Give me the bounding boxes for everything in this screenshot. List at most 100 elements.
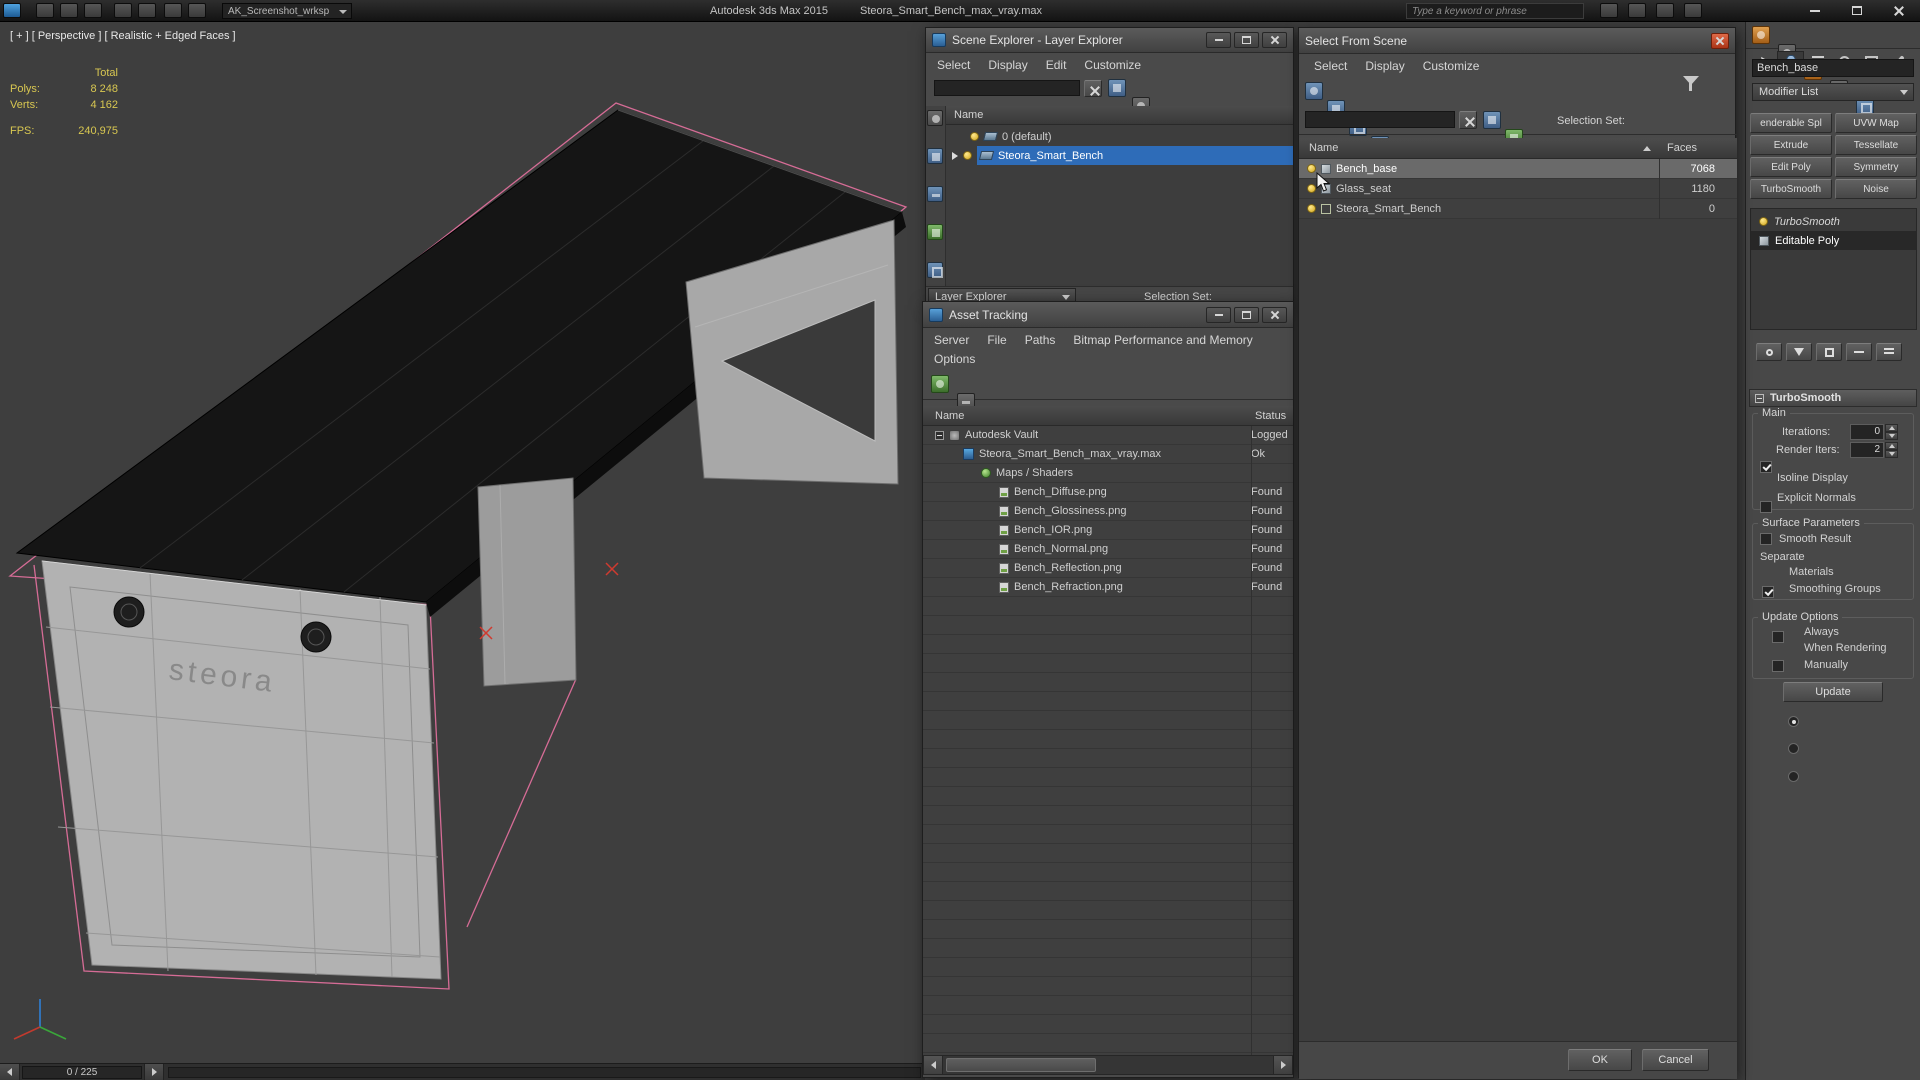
modifier-button-extrude[interactable]: Extrude (1750, 135, 1832, 155)
remove-modifier-button[interactable] (1846, 343, 1872, 361)
display-shapes-icon[interactable] (927, 186, 943, 202)
layer-list-header[interactable]: Name (946, 106, 1293, 125)
asset-table[interactable]: Autodesk Vault Logged Steora_Smart_Bench… (923, 426, 1293, 1055)
window-maximize-button[interactable] (1840, 2, 1874, 19)
cancel-button[interactable]: Cancel (1642, 1049, 1709, 1071)
modifier-button-noise[interactable]: Noise (1835, 179, 1917, 199)
open-file-icon[interactable] (60, 3, 78, 18)
redo-icon[interactable] (138, 3, 156, 18)
menu-paths[interactable]: Paths (1016, 330, 1065, 350)
render-setup-icon[interactable] (1752, 26, 1770, 44)
asset-row[interactable]: Bench_Refraction.png Found (923, 578, 1293, 597)
menu-select[interactable]: Select (928, 55, 979, 75)
iterations-spin-up[interactable] (1885, 424, 1898, 432)
new-file-icon[interactable] (36, 3, 54, 18)
render-iters-spin-down[interactable] (1885, 450, 1898, 458)
modifier-list-dropdown[interactable]: Modifier List (1752, 83, 1914, 101)
timeline-prev-button[interactable] (0, 1064, 20, 1080)
asset-row[interactable]: Bench_IOR.png Found (923, 521, 1293, 540)
update-button[interactable]: Update (1783, 682, 1883, 702)
modifier-button-turbosmooth[interactable]: TurboSmooth (1750, 179, 1832, 199)
asset-table-header[interactable]: Name Status (923, 406, 1293, 426)
workspace-selector[interactable]: AK_Screenshot_wrksp (222, 3, 352, 19)
timeline-frame-field[interactable]: 0 / 225 (22, 1065, 142, 1079)
communication-center-icon[interactable] (1628, 3, 1646, 18)
asset-tracking-maximize-button[interactable] (1234, 306, 1259, 323)
menu-options[interactable]: Options (925, 349, 984, 369)
scroll-left-button[interactable] (924, 1056, 943, 1074)
update-when-rendering-radio[interactable] (1788, 743, 1799, 754)
modifier-button-edit-poly[interactable]: Edit Poly (1750, 157, 1832, 177)
display-geometry-icon[interactable] (927, 148, 943, 164)
asset-row[interactable]: Bench_Glossiness.png Found (923, 502, 1293, 521)
turbosmooth-rollout-header[interactable]: TurboSmooth (1749, 389, 1917, 407)
menu-server[interactable]: Server (925, 330, 978, 350)
layer-row-default[interactable]: 0 (default) (946, 127, 1293, 146)
make-unique-button[interactable] (1816, 343, 1842, 361)
iterations-value[interactable]: 0 (1850, 424, 1884, 440)
display-all-icon[interactable] (927, 110, 943, 126)
modifier-button-uvw-map[interactable]: UVW Map (1835, 113, 1917, 133)
refresh-status-icon[interactable] (931, 375, 949, 393)
scene-explorer-titlebar[interactable]: Scene Explorer - Layer Explorer (926, 28, 1293, 53)
scene-explorer-close-button[interactable] (1262, 32, 1287, 48)
menu-customize[interactable]: Customize (1414, 56, 1489, 76)
viewport-label[interactable]: [ + ] [ Perspective ] [ Realistic + Edge… (10, 30, 236, 42)
asset-tracking-close-button[interactable] (1262, 306, 1287, 323)
layer-tree[interactable]: 0 (default) Steora_Smart_Bench (946, 125, 1293, 286)
show-end-result-button[interactable] (1786, 343, 1812, 361)
object-row-glass-seat[interactable]: Glass_seat 1180 (1299, 179, 1737, 199)
object-visibility-icon[interactable] (1307, 164, 1316, 173)
undo-icon[interactable] (114, 3, 132, 18)
collapse-node-icon[interactable] (935, 430, 944, 440)
infocenter-search-input[interactable] (1406, 3, 1584, 19)
menu-display[interactable]: Display (979, 55, 1036, 75)
layer-visibility-icon[interactable] (970, 132, 979, 141)
asset-row[interactable]: Steora_Smart_Bench_max_vray.max Ok (923, 445, 1293, 464)
clear-search-button[interactable] (1084, 80, 1102, 97)
select-from-scene-titlebar[interactable]: Select From Scene (1299, 28, 1735, 54)
expand-layer-icon[interactable] (952, 151, 958, 160)
window-minimize-button[interactable] (1798, 2, 1832, 19)
isoline-display-checkbox[interactable] (1760, 501, 1772, 513)
scroll-right-button[interactable] (1273, 1056, 1292, 1074)
render-iters-checkbox[interactable] (1760, 461, 1772, 473)
render-iters-spin-up[interactable] (1885, 442, 1898, 450)
ok-button[interactable]: OK (1568, 1049, 1632, 1071)
scene-explorer-minimize-button[interactable] (1206, 32, 1231, 48)
asset-tracking-minimize-button[interactable] (1206, 306, 1231, 323)
modifier-button-renderable-spline[interactable]: enderable Spl (1750, 113, 1832, 133)
object-visibility-icon[interactable] (1307, 204, 1316, 213)
select-children-icon[interactable] (1483, 111, 1501, 129)
asset-row[interactable]: Autodesk Vault Logged (923, 426, 1293, 445)
scene-object-list[interactable]: Bench_base 7068 Glass_seat 1180 Steora_S… (1299, 159, 1737, 1041)
clear-scene-search-button[interactable] (1459, 111, 1477, 129)
asset-row[interactable]: Bench_Reflection.png Found (923, 559, 1293, 578)
update-manually-radio[interactable] (1788, 771, 1799, 782)
display-lights-icon[interactable] (927, 224, 943, 240)
layer-row-steora[interactable]: Steora_Smart_Bench (946, 146, 1293, 165)
iterations-spin-down[interactable] (1885, 432, 1898, 440)
viewport[interactable]: steora [ + ] [ Perspective ] [ Realistic… (0, 22, 925, 1063)
window-close-button[interactable] (1882, 2, 1916, 19)
timeline-track[interactable] (168, 1066, 921, 1078)
asset-row[interactable]: Bench_Normal.png Found (923, 540, 1293, 559)
max-logo-icon[interactable] (3, 3, 21, 18)
select-link-icon[interactable] (164, 3, 182, 18)
menu-edit[interactable]: Edit (1037, 55, 1076, 75)
menu-select[interactable]: Select (1305, 56, 1356, 76)
menu-customize[interactable]: Customize (1075, 55, 1150, 75)
asset-tracking-titlebar[interactable]: Asset Tracking (923, 302, 1293, 328)
configure-modifier-sets-button[interactable] (1876, 343, 1902, 361)
filter-icon[interactable] (1683, 76, 1699, 97)
select-filter-icon[interactable] (1108, 79, 1126, 97)
render-iters-value[interactable]: 2 (1850, 442, 1884, 458)
menu-bitmap-performance[interactable]: Bitmap Performance and Memory (1064, 330, 1261, 350)
scrollbar-thumb[interactable] (946, 1058, 1096, 1072)
timeline-next-button[interactable] (144, 1064, 164, 1080)
modifier-on-icon[interactable] (1759, 217, 1768, 226)
help-icon[interactable] (1684, 3, 1702, 18)
object-name-field[interactable] (1752, 59, 1914, 77)
asset-row[interactable]: Maps / Shaders (923, 464, 1293, 483)
display-cameras-icon[interactable] (927, 262, 943, 278)
